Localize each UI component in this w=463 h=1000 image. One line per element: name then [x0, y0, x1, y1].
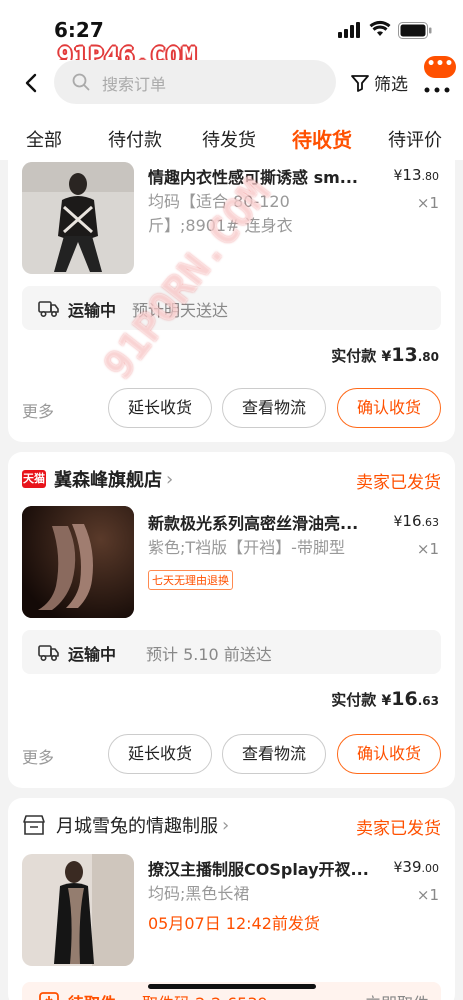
- view-logistics-button[interactable]: 查看物流: [222, 734, 326, 774]
- paid-label: 实付款: [331, 691, 377, 709]
- pickup-now-link[interactable]: 立即取件: [365, 990, 429, 1000]
- product-title[interactable]: 情趣内衣性感可撕诱惑 sm...: [148, 164, 382, 188]
- cellular-signal-icon: [338, 22, 360, 38]
- store-icon: [23, 815, 45, 835]
- product-sku: 紫色;T裆版【开裆】-带脚型: [148, 538, 345, 557]
- tab-pending-shipment[interactable]: 待发货: [202, 126, 256, 152]
- filter-icon: [351, 74, 369, 92]
- status-time: 6:27: [54, 18, 104, 42]
- logistics-status: 运输中: [68, 301, 117, 320]
- shop-status: 卖家已发货: [356, 473, 441, 493]
- product-image[interactable]: [22, 506, 134, 618]
- pickup-code: 取件码 2-2-6539: [142, 990, 268, 1000]
- order-card: 情趣内衣性感可撕诱惑 sm... ¥13.80 ×1 均码【适合 80-120斤…: [8, 154, 455, 442]
- logistics-eta: 预计 5.10 前送达: [146, 645, 272, 664]
- shop-name: 月城雪兔的情趣制服: [56, 816, 218, 837]
- confirm-receipt-button[interactable]: 确认收货: [337, 388, 441, 428]
- paid-label: 实付款: [331, 347, 377, 365]
- home-indicator[interactable]: [148, 984, 316, 989]
- shop-row[interactable]: 天猫 冀森峰旗舰店 ›: [22, 466, 173, 492]
- order-header: 搜索订单 筛选 ••• 全部 待付款 待发货 待收货 待评价: [0, 56, 463, 160]
- product-sku: 均码;黑色长裙: [148, 884, 250, 903]
- more-link[interactable]: 更多: [22, 744, 54, 768]
- product-title[interactable]: 撩汉主播制服COSplay开衩...: [148, 856, 382, 880]
- paid-decimal: .80: [417, 350, 439, 364]
- filter-label: 筛选: [374, 75, 408, 95]
- more-dots-icon[interactable]: [420, 68, 454, 100]
- logistics-eta: 预计明天送达: [132, 301, 229, 320]
- price-decimal: .63: [421, 516, 440, 529]
- price-decimal: .80: [421, 170, 440, 183]
- price-integer: 16: [402, 512, 422, 530]
- product-sku: 均码【适合 80-120斤】;8901# 连身衣: [148, 192, 293, 235]
- truck-icon: [38, 301, 59, 318]
- tab-all[interactable]: 全部: [26, 126, 62, 152]
- paid-decimal: .63: [417, 694, 439, 708]
- product-price: ¥16.63: [393, 512, 439, 530]
- search-icon: [72, 73, 90, 91]
- product-image[interactable]: [22, 854, 134, 966]
- product-title[interactable]: 新款极光系列高密丝滑油亮...: [148, 510, 382, 534]
- product-quantity: ×1: [416, 886, 439, 904]
- price-integer: 39: [402, 858, 422, 876]
- product-quantity: ×1: [416, 540, 439, 558]
- filter-button[interactable]: 筛选: [350, 70, 408, 95]
- back-arrow-icon[interactable]: [20, 70, 44, 96]
- tab-pending-receipt[interactable]: 待收货: [292, 124, 352, 153]
- search-placeholder: 搜索订单: [102, 75, 167, 94]
- view-logistics-button[interactable]: 查看物流: [222, 388, 326, 428]
- paid-amount: 实付款 ¥16.63: [331, 688, 439, 710]
- paid-integer: 13: [391, 344, 418, 366]
- tab-pending-payment[interactable]: 待付款: [108, 126, 162, 152]
- chevron-right-icon: ›: [166, 468, 174, 490]
- product-price: ¥39.00: [393, 858, 439, 876]
- shop-status: 卖家已发货: [356, 819, 441, 839]
- product-image[interactable]: [22, 162, 134, 274]
- tmall-badge: 天猫: [22, 470, 46, 488]
- wifi-icon: [369, 20, 391, 36]
- ship-deadline: 05月07日 12:42前发货: [148, 914, 320, 933]
- truck-icon: [38, 645, 59, 662]
- battery-icon: [398, 22, 432, 39]
- product-quantity: ×1: [416, 194, 439, 212]
- shop-name: 冀森峰旗舰店: [54, 470, 162, 491]
- chevron-right-icon: ›: [222, 814, 230, 836]
- logistics-status: 运输中: [68, 645, 117, 664]
- product-price: ¥13.80: [393, 166, 439, 184]
- order-card: 天猫 冀森峰旗舰店 › 卖家已发货 新款极光系列高密丝滑油亮... ¥16.63…: [8, 452, 455, 788]
- logistics-bar[interactable]: 运输中 预计明天送达: [22, 286, 441, 330]
- paid-currency: ¥: [381, 693, 392, 709]
- price-decimal: .00: [421, 862, 440, 875]
- paid-currency: ¥: [381, 349, 392, 365]
- seven-day-return-tag: 七天无理由退换: [148, 570, 233, 590]
- more-link[interactable]: 更多: [22, 398, 54, 422]
- extend-receipt-button[interactable]: 延长收货: [108, 388, 212, 428]
- logistics-bar[interactable]: 运输中 预计 5.10 前送达: [22, 630, 441, 674]
- paid-integer: 16: [391, 688, 418, 710]
- extend-receipt-button[interactable]: 延长收货: [108, 734, 212, 774]
- confirm-receipt-button[interactable]: 确认收货: [337, 734, 441, 774]
- pickup-icon: [39, 992, 59, 1000]
- shop-row[interactable]: 月城雪兔的情趣制服 ›: [22, 812, 229, 838]
- tab-pending-review[interactable]: 待评价: [388, 126, 442, 152]
- price-integer: 13: [402, 166, 422, 184]
- order-card: 月城雪兔的情趣制服 › 卖家已发货 撩汉主播制服COSplay开衩... ¥39…: [8, 798, 455, 1000]
- paid-amount: 实付款 ¥13.80: [331, 344, 439, 366]
- pickup-status: 待取件: [68, 990, 116, 1000]
- search-input[interactable]: 搜索订单: [54, 60, 336, 104]
